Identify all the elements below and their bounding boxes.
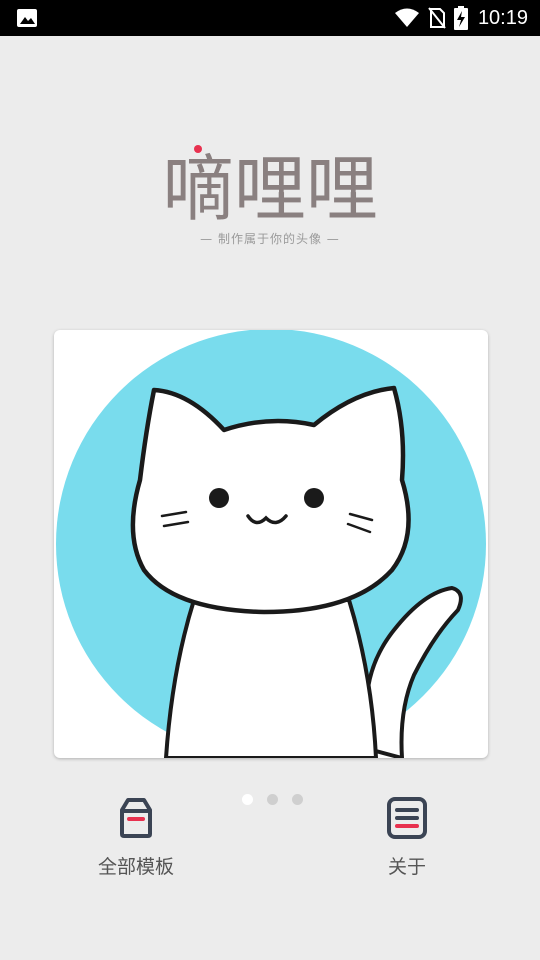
page-dot[interactable] (267, 794, 278, 805)
status-bar: 10:19 (0, 0, 540, 36)
all-templates-button[interactable]: 全部模板 (76, 796, 196, 879)
no-sim-icon (428, 7, 446, 29)
cat-body (164, 598, 378, 758)
cat-eye-right (304, 488, 324, 508)
cat-eye-left (209, 488, 229, 508)
carousel-indicator (242, 794, 303, 805)
cat-head (130, 385, 411, 615)
logo-accent-dot (194, 145, 202, 153)
app-logo: 嘀哩哩 (162, 145, 378, 230)
app-title: 嘀哩哩 (162, 147, 378, 230)
battery-charging-icon (453, 6, 468, 30)
carousel-card[interactable] (54, 330, 488, 758)
image-icon (17, 9, 37, 27)
about-label: 关于 (387, 856, 426, 878)
all-templates-label: 全部模板 (97, 856, 174, 878)
cat-avatar-image (56, 330, 486, 758)
page-dot[interactable] (292, 794, 303, 805)
page-dot[interactable] (242, 794, 253, 805)
about-button[interactable]: 关于 (347, 796, 467, 879)
box-icon (120, 798, 152, 838)
status-time: 10:19 (477, 6, 528, 29)
document-icon (387, 797, 427, 839)
tagline: — 制作属于你的头像 — (200, 232, 340, 246)
wifi-icon (394, 8, 419, 27)
